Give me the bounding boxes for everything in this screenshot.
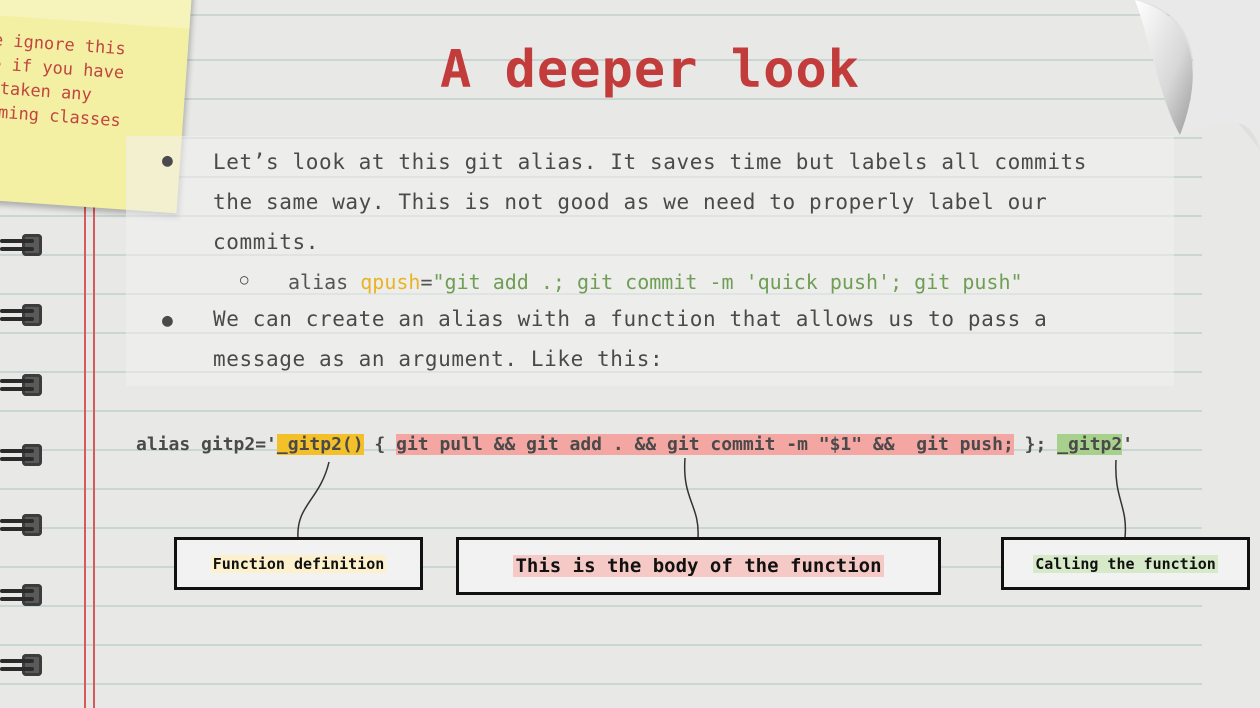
callout-connectors	[297, 457, 1127, 539]
callout-function-body: This is the body of the function	[456, 537, 941, 595]
callout-function-call: Calling the function	[1001, 537, 1250, 590]
callout-call-label: Calling the function	[1033, 554, 1218, 573]
callout-definition-label: Function definition	[210, 554, 387, 573]
callout-function-definition: Function definition	[174, 537, 423, 590]
callout-body-label: This is the body of the function	[513, 555, 884, 577]
